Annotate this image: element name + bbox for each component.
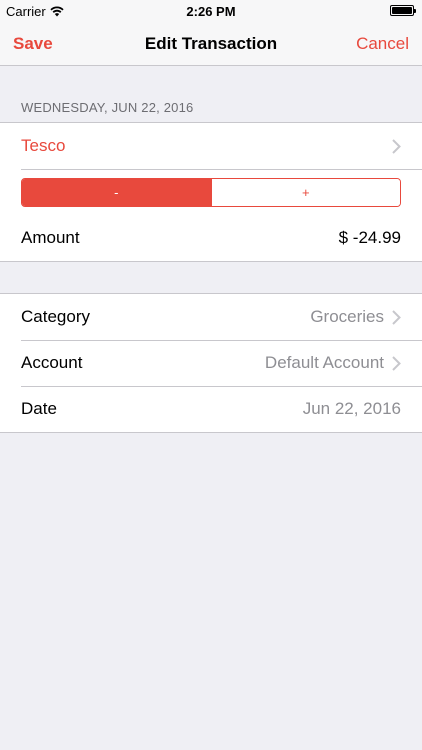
chevron-right-icon (392, 309, 401, 325)
date-value: Jun 22, 2016 (302, 399, 401, 418)
amount-row[interactable]: Amount $ -24.99 (0, 215, 422, 261)
battery-icon (390, 5, 416, 16)
category-row[interactable]: Category Groceries (0, 294, 422, 340)
top-bar: Carrier 2:26 PM Save Edit Transaction Ca… (0, 0, 422, 66)
sign-segment-row: - + (0, 169, 422, 215)
chevron-right-icon (392, 138, 401, 154)
date-section-header: WEDNESDAY, JUN 22, 2016 (21, 100, 194, 115)
transaction-group: Tesco - + Amount $ -24.99 (0, 122, 422, 262)
amount-label: Amount (21, 228, 80, 247)
navigation-bar: Save Edit Transaction Cancel (0, 22, 422, 66)
minus-segment[interactable]: - (22, 178, 211, 206)
account-row[interactable]: Account Default Account (0, 340, 422, 386)
account-value: Default Account (264, 353, 384, 372)
date-row[interactable]: Date Jun 22, 2016 (0, 386, 422, 432)
category-label: Category (21, 307, 90, 326)
chevron-right-icon (392, 355, 401, 371)
date-label: Date (21, 399, 57, 418)
payee-label: Tesco (21, 136, 66, 155)
status-bar: Carrier 2:26 PM (0, 0, 422, 22)
sign-segmented-control: - + (21, 177, 401, 207)
category-value: Groceries (310, 307, 384, 326)
amount-value: $ -24.99 (338, 228, 401, 247)
plus-segment[interactable]: + (210, 178, 400, 206)
payee-row[interactable]: Tesco (0, 123, 422, 169)
screen: Carrier 2:26 PM Save Edit Transaction Ca… (0, 0, 422, 750)
account-label: Account (21, 353, 83, 372)
status-time: 2:26 PM (186, 4, 236, 19)
details-group: Category Groceries Account Default Accou… (0, 293, 422, 433)
cancel-button[interactable]: Cancel (356, 34, 409, 54)
